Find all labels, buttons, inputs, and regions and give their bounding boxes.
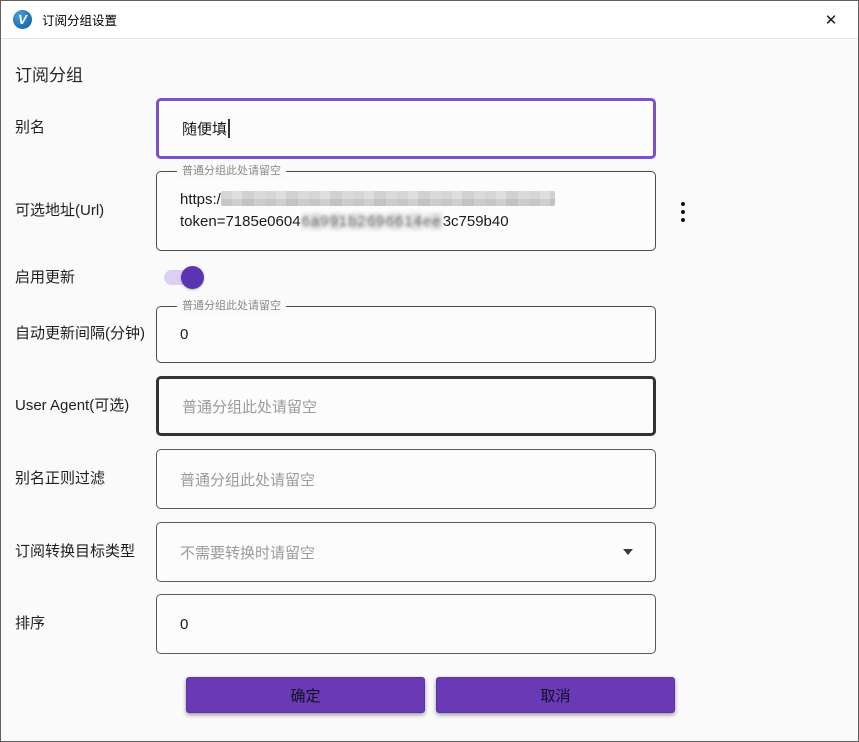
v2rayn-app-icon: V <box>13 10 32 29</box>
title-bar[interactable]: V 订阅分组设置 ✕ <box>1 1 858 39</box>
enable-update-label: 启用更新 <box>15 268 155 288</box>
close-icon[interactable]: ✕ <box>812 1 850 38</box>
url-floating-label: 普通分组此处请留空 <box>177 164 286 179</box>
alias-value: 随便填 <box>182 118 227 139</box>
page-title: 订阅分组 <box>15 61 83 86</box>
sort-label: 排序 <box>15 614 155 634</box>
sort-input[interactable]: 0 <box>156 594 656 654</box>
chevron-down-icon <box>623 549 633 555</box>
cancel-button[interactable]: 取消 <box>436 677 675 713</box>
user-agent-placeholder: 普通分组此处请留空 <box>182 396 317 417</box>
sort-value: 0 <box>180 616 188 633</box>
user-agent-label: User Agent(可选) <box>15 396 155 416</box>
enable-update-toggle[interactable] <box>164 266 206 290</box>
user-agent-input[interactable]: 普通分组此处请留空 <box>156 376 656 436</box>
convert-target-dropdown[interactable]: 不需要转换时请留空 <box>156 522 656 582</box>
subscription-group-dialog: V 订阅分组设置 ✕ 订阅分组 别名 随便填 可选地址(Url) 普通分组此处请… <box>0 0 859 742</box>
text-caret <box>228 119 230 138</box>
alias-regex-input[interactable]: 普通分组此处请留空 <box>156 449 656 509</box>
url-line-1: https:/ <box>180 189 555 211</box>
interval-input[interactable]: 普通分组此处请留空 0 <box>156 306 656 363</box>
alias-input[interactable]: 随便填 <box>156 98 656 159</box>
url-input[interactable]: 普通分组此处请留空 https:/ token=7185e06046a991b2… <box>156 171 656 251</box>
convert-target-label: 订阅转换目标类型 <box>15 542 155 562</box>
ok-button[interactable]: 确定 <box>186 677 425 713</box>
redacted-url-segment <box>221 191 555 206</box>
interval-label: 自动更新间隔(分钟) <box>15 324 155 344</box>
window-title: 订阅分组设置 <box>42 10 117 29</box>
redacted-token-segment: 6a991b2696614ee <box>301 213 443 230</box>
convert-target-placeholder: 不需要转换时请留空 <box>180 542 315 563</box>
interval-floating-label: 普通分组此处请留空 <box>177 299 286 314</box>
alias-regex-placeholder: 普通分组此处请留空 <box>180 469 315 490</box>
alias-regex-label: 别名正则过滤 <box>15 469 155 489</box>
alias-label: 别名 <box>15 118 155 138</box>
toggle-thumb <box>181 266 204 289</box>
url-more-menu-icon[interactable] <box>673 197 693 227</box>
url-label: 可选地址(Url) <box>15 201 155 221</box>
url-line-2: token=7185e06046a991b2696614ee3c759b40 <box>180 211 509 233</box>
interval-value: 0 <box>180 326 188 343</box>
